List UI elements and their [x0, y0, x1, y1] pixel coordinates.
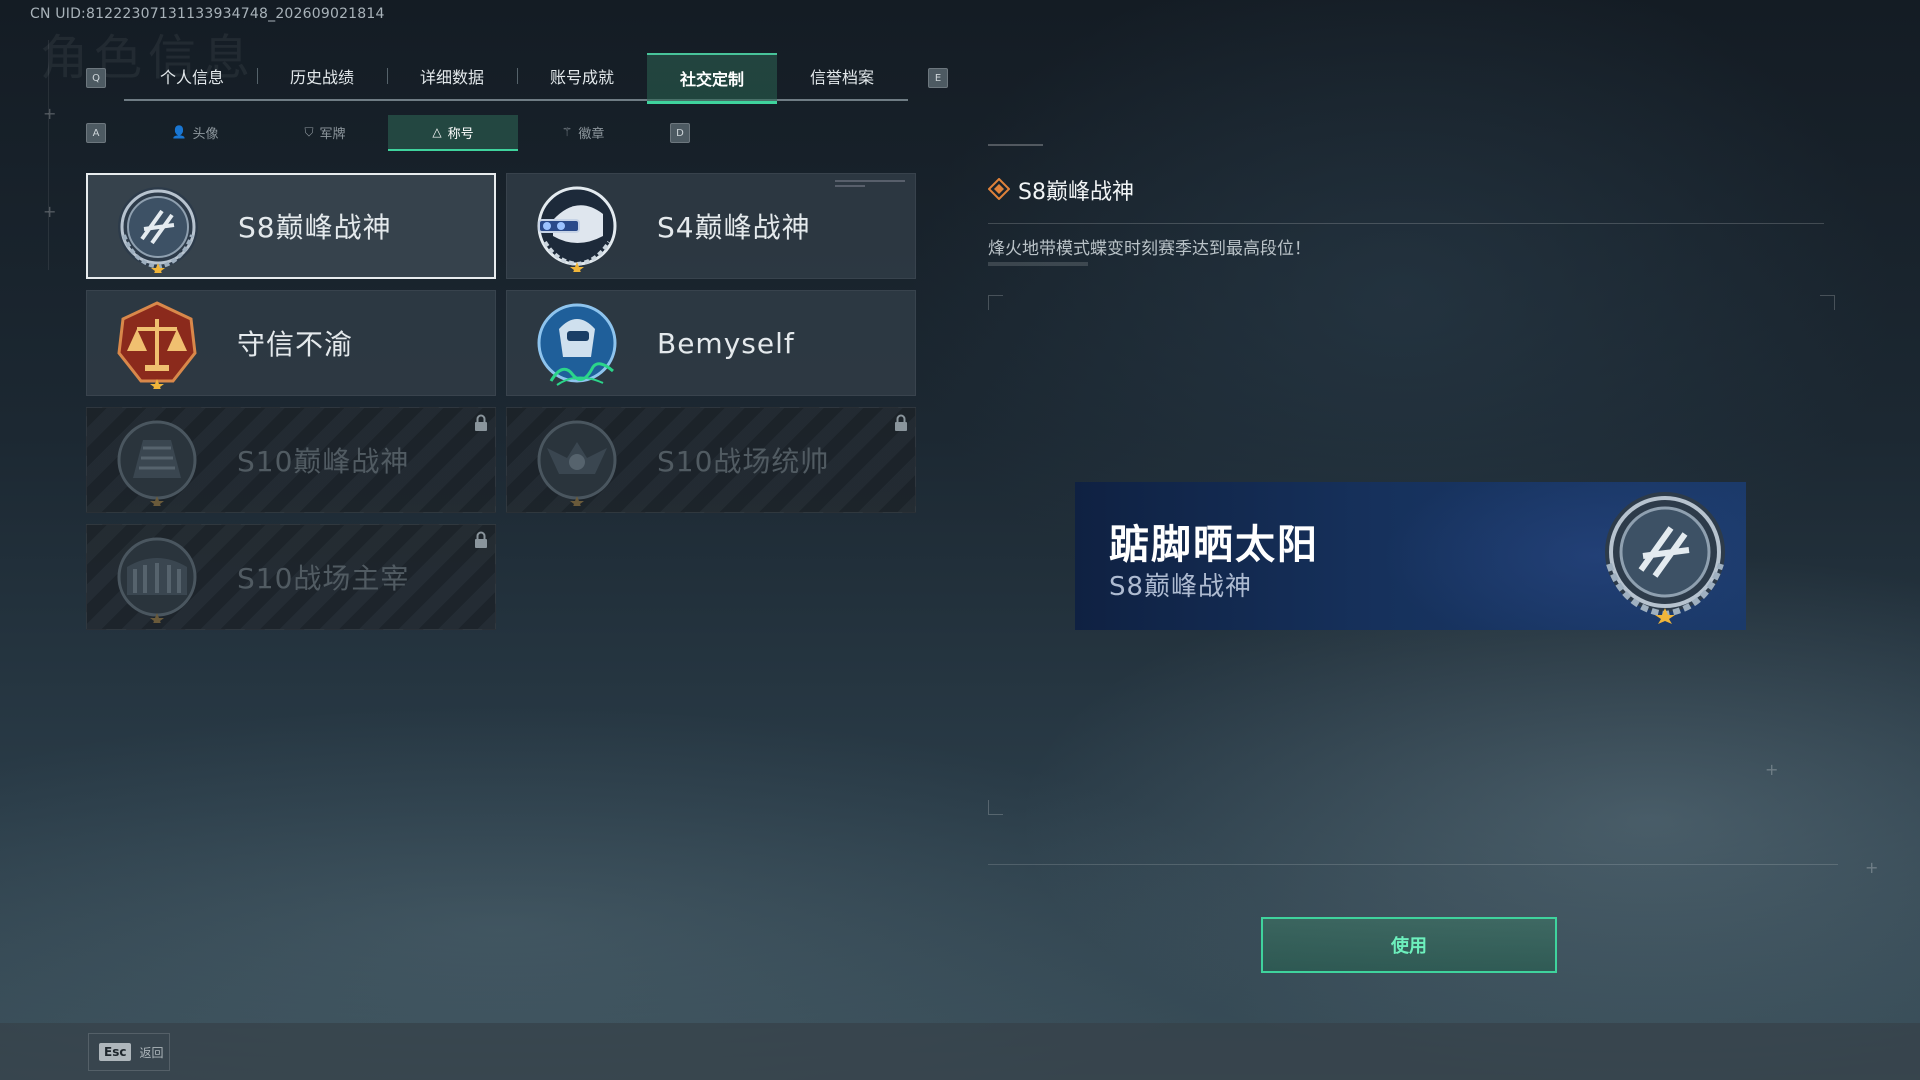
title-card-bemyself[interactable]: Bemyself	[506, 290, 916, 396]
title-card-s10-peak[interactable]: S10巅峰战神	[86, 407, 496, 513]
s10-dominator-emblem-icon	[117, 537, 197, 623]
esc-key-hint: Esc	[99, 1043, 132, 1061]
lock-icon	[475, 414, 487, 431]
detail-description: 烽火地带模式蝶变时刻赛季达到最高段位！	[988, 239, 1311, 259]
plus-decoration-icon: +	[43, 202, 57, 221]
detail-bottom-divider	[988, 864, 1838, 865]
s4-peak-emblem-icon	[537, 186, 617, 272]
use-button[interactable]: 使用	[1261, 917, 1557, 973]
tab-detailed-data[interactable]: 详细数据	[387, 53, 517, 99]
tab-achievements[interactable]: 账号成就	[517, 53, 647, 99]
frame-corner	[988, 295, 1003, 310]
detail-title: S8巅峰战神	[1018, 180, 1134, 205]
s8-peak-emblem-icon	[1605, 492, 1725, 624]
title-card-label: Bemyself	[657, 326, 795, 360]
subtab-label: 军牌	[319, 126, 346, 142]
frame-corner	[988, 800, 1003, 815]
title-card-keep-faith[interactable]: 守信不渝	[86, 290, 496, 396]
title-preview-banner: 踮脚晒太阳 S8巅峰战神	[1075, 482, 1746, 630]
lock-icon	[475, 531, 487, 548]
subtab-badge[interactable]: ⚚ 徽章	[518, 115, 648, 149]
subtab-avatar[interactable]: 👤 头像	[130, 115, 260, 149]
person-icon: 👤	[171, 125, 187, 139]
tab-reputation[interactable]: 信誉档案	[777, 53, 907, 99]
subtab-dogtag[interactable]: ⛉ 军牌	[260, 115, 390, 149]
subtab-next-key[interactable]: D	[670, 123, 690, 143]
footer-bar	[0, 1023, 1920, 1080]
title-card-label: 守信不渝	[237, 328, 354, 361]
title-card-label: S8巅峰战神	[238, 211, 392, 244]
diamond-icon	[988, 178, 1010, 200]
frame-decoration	[48, 40, 49, 270]
title-card-s10-dominator[interactable]: S10战场主宰	[86, 524, 496, 630]
back-label: 返回	[139, 1045, 164, 1060]
tab-personal-info[interactable]: 个人信息	[127, 53, 257, 99]
s10-peak-emblem-icon	[117, 420, 197, 506]
subtab-title[interactable]: △ 称号	[388, 115, 518, 151]
detail-header-decoration	[988, 144, 1043, 146]
title-card-label: S4巅峰战神	[657, 211, 811, 244]
triangle-icon: △	[432, 125, 442, 139]
dogtag-icon: ⛉	[304, 124, 314, 139]
title-card-label: S10战场统帅	[657, 445, 830, 478]
title-card-s10-commander[interactable]: S10战场统帅	[506, 407, 916, 513]
title-card-s4-peak[interactable]: S4巅峰战神	[506, 173, 916, 279]
subtab-prev-key[interactable]: A	[86, 123, 106, 143]
detail-description-underline	[988, 262, 1088, 266]
s8-peak-emblem-icon	[118, 187, 198, 273]
tab-battle-history[interactable]: 历史战绩	[257, 53, 387, 99]
subtab-label: 徽章	[578, 126, 605, 142]
title-card-label: S10巅峰战神	[237, 445, 410, 478]
bemyself-emblem-icon	[537, 303, 617, 386]
scales-emblem-icon	[117, 301, 197, 389]
tabbar-underline	[124, 99, 908, 101]
plus-decoration-icon: +	[1865, 858, 1879, 877]
back-button[interactable]: Esc 返回	[88, 1033, 170, 1071]
uid-text: CN UID:8122230713113393474​8_20260902181…	[30, 6, 385, 22]
subtab-label: 头像	[192, 126, 219, 142]
preview-player-name: 踮脚晒太阳	[1109, 522, 1319, 568]
s10-commander-emblem-icon	[537, 420, 617, 506]
card-decoration	[835, 180, 905, 187]
tab-social-customization[interactable]: 社交定制	[647, 53, 777, 104]
wings-icon: ⚚	[561, 125, 573, 139]
preview-title: S8巅峰战神	[1109, 572, 1253, 602]
plus-decoration-icon: +	[1765, 760, 1779, 779]
tab-next-key[interactable]: E	[928, 68, 948, 88]
title-card-s8-peak[interactable]: S8巅峰战神	[86, 173, 496, 279]
tab-prev-key[interactable]: Q	[86, 68, 106, 88]
frame-corner	[1820, 295, 1835, 310]
subtab-label: 称号	[447, 126, 474, 142]
lock-icon	[895, 414, 907, 431]
detail-divider	[988, 223, 1824, 224]
plus-decoration-icon: +	[43, 104, 57, 123]
title-card-label: S10战场主宰	[237, 562, 410, 595]
